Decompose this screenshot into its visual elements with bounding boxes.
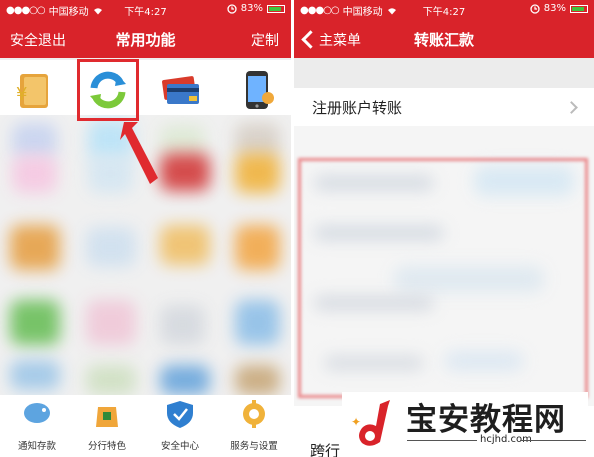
watermark-title: 宝安教程网 — [406, 402, 566, 438]
mobile-phone-icon[interactable] — [236, 68, 280, 112]
bottom-item-branch-special[interactable]: 分行特色 — [72, 399, 142, 452]
pointer-arrow-icon — [120, 122, 158, 184]
list-item-registered-transfer[interactable]: 注册账户转账 — [294, 88, 594, 127]
section-gap — [294, 58, 594, 88]
list-item-label: 注册账户转账 — [312, 99, 403, 117]
shield-icon — [167, 401, 193, 428]
bag-icon — [96, 407, 118, 427]
bank-cards-icon[interactable] — [159, 68, 203, 112]
function-icon-row: ¥ — [0, 60, 291, 115]
alarm-icon — [227, 3, 237, 14]
nav-bar: 主菜单 转账汇款 — [294, 18, 594, 58]
alarm-icon — [530, 3, 540, 14]
watermark: ✦ 宝安教程网 hcjhd.com — [342, 392, 588, 454]
nav-bar: 安全退出 常用功能 定制 — [0, 18, 291, 58]
account-book-icon[interactable]: ¥ — [10, 68, 54, 112]
right-screen: ●●●○○ 中国移动 下午4:27 83% 主菜单 转账汇款 注册账户转账 跨行 — [294, 0, 594, 457]
status-bar: ●●●○○ 中国移动 下午4:27 83% — [294, 0, 594, 18]
svg-text:✦: ✦ — [351, 415, 361, 429]
highlight-box — [298, 158, 588, 398]
site-logo-icon: ✦ — [351, 400, 390, 446]
watermark-rule-right — [520, 440, 586, 441]
page-title: 转账汇款 — [413, 31, 474, 49]
bottom-item-service-settings[interactable]: 服务与设置 — [219, 399, 289, 452]
piggy-bank-icon — [24, 403, 50, 423]
bottom-function-row: 通知存款 分行特色 安全中心 服务与设置 — [0, 395, 291, 457]
chevron-right-icon — [565, 101, 578, 114]
status-bar: ●●●○○ 中国移动 下午4:27 83% — [0, 0, 291, 18]
bottom-item-security-center[interactable]: 安全中心 — [145, 399, 215, 452]
list-item-label: 跨行 — [310, 442, 341, 457]
bottom-item-notice-deposit[interactable]: 通知存款 — [2, 399, 72, 452]
customize-button[interactable]: 定制 — [251, 30, 279, 50]
battery-icon — [267, 4, 285, 13]
watermark-rule-left — [407, 440, 477, 441]
blurred-transfer-options — [294, 126, 594, 406]
gear-icon — [243, 400, 265, 428]
left-screen: ●●●○○ 中国移动 下午4:27 83% 安全退出 常用功能 定制 ¥ 通知存… — [0, 0, 291, 457]
highlight-box — [77, 59, 139, 121]
battery-icon — [570, 4, 588, 13]
page-title: 常用功能 — [115, 31, 176, 49]
battery-percent: 83% — [240, 3, 263, 14]
battery-percent: 83% — [543, 3, 566, 14]
svg-text:¥: ¥ — [16, 84, 27, 105]
